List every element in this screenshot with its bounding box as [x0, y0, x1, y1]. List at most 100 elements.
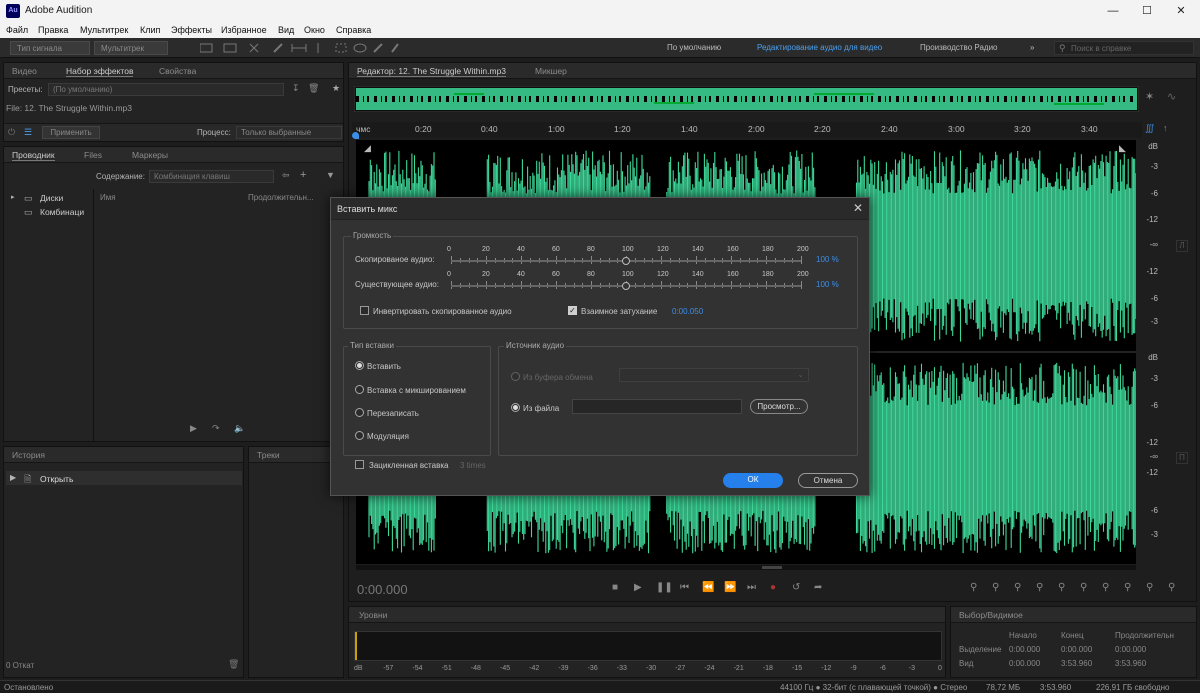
multitrack-mode-button[interactable]: Мультитрек [94, 41, 168, 55]
zoom-selection-icon[interactable]: ⚲ [1102, 582, 1109, 593]
tool-icons[interactable] [200, 42, 400, 54]
waveform-mode-button[interactable]: Тип сигнала [10, 41, 90, 55]
process-select[interactable]: Только выбранные [236, 126, 342, 139]
filter-icon[interactable]: ▼ [326, 170, 335, 180]
back-icon[interactable]: ⇦ [282, 170, 290, 181]
rewind-icon[interactable]: ⏪ [702, 582, 714, 593]
tab-editor[interactable]: Редактор: 12. The Struggle Within.mp3 [357, 66, 507, 77]
tab-markers[interactable]: Маркеры [132, 150, 168, 160]
zoom-icon[interactable]: ✶ [1145, 90, 1154, 103]
view-start[interactable]: 0:00.000 [1009, 659, 1040, 668]
radio-overwrite[interactable] [355, 408, 364, 417]
marker-icon[interactable]: ↑ [1163, 123, 1168, 133]
history-item[interactable]: ▶ 🗎 Открыть [6, 471, 242, 485]
zoom-out-full-icon[interactable]: ⚲ [1058, 582, 1065, 593]
delete-preset-icon[interactable]: 🗑 [308, 83, 319, 94]
menu-edit[interactable]: Правка [38, 25, 68, 35]
play-icon[interactable]: ▶ [634, 582, 642, 593]
zoom-in-amplitude-icon[interactable]: ⚲ [970, 582, 977, 593]
zoom-left-icon[interactable]: ⚲ [1124, 582, 1131, 593]
selection-end[interactable]: 0:00.000 [1061, 645, 1092, 654]
col-duration-header[interactable]: Продолжительн... [248, 193, 314, 202]
overview-waveform[interactable] [354, 86, 1139, 112]
menu-favorites[interactable]: Избранное [221, 25, 267, 35]
horizontal-scrollbar[interactable] [356, 565, 1136, 570]
save-preset-icon[interactable]: ↧ [292, 83, 300, 94]
tree-item-drives[interactable]: Диски [40, 193, 63, 203]
clipboard-select[interactable]: ⌄ [619, 368, 809, 382]
radio-paste[interactable] [355, 361, 364, 370]
tab-explorer[interactable]: Проводник [12, 150, 55, 161]
invert-checkbox[interactable] [360, 306, 369, 315]
zoom-fit-icon[interactable]: ⚲ [1168, 582, 1175, 593]
slider-knob[interactable] [622, 282, 630, 290]
go-to-end-icon[interactable]: ⏭ [747, 582, 756, 593]
play-icon[interactable]: ▶ [190, 423, 197, 434]
presets-select[interactable]: (По умолчанию) [48, 83, 284, 96]
col-name-header[interactable]: Имя [100, 193, 116, 202]
fade-out-handle-icon[interactable]: ◣ [1119, 143, 1126, 154]
pause-icon[interactable]: ❚❚ [656, 582, 673, 593]
loop-times[interactable]: 3 times [460, 461, 486, 470]
menu-file[interactable]: Файл [6, 25, 28, 35]
file-path-input[interactable] [572, 399, 742, 414]
tree-item-combos[interactable]: Комбинаци [40, 207, 84, 217]
fade-in-handle-icon[interactable]: ◢ [364, 143, 371, 154]
view-duration[interactable]: 3:53.960 [1115, 659, 1146, 668]
menu-help[interactable]: Справка [336, 25, 371, 35]
zoom-out-time-icon[interactable]: ⚲ [1036, 582, 1043, 593]
view-end[interactable]: 3:53.960 [1061, 659, 1092, 668]
time-ruler[interactable]: чмс 0:20 0:40 1:00 1:20 1:40 2:00 2:20 2… [352, 122, 1142, 138]
stop-icon[interactable]: ■ [612, 582, 618, 593]
trash-icon[interactable]: 🗑 [228, 659, 239, 670]
cancel-button[interactable]: Отмена [798, 473, 858, 488]
export-icon[interactable]: ↷ [212, 423, 220, 434]
help-search-input[interactable]: ⚲ Поиск в справке [1054, 41, 1194, 55]
add-icon[interactable]: + [300, 169, 306, 181]
browse-button[interactable]: Просмотр... [750, 399, 808, 414]
copied-audio-value[interactable]: 100 % [816, 255, 839, 264]
ok-button[interactable]: ОК [723, 473, 783, 488]
existing-audio-slider[interactable]: 0 20 40 60 80 100 120 140 160 180 200 [447, 271, 809, 293]
apply-button[interactable]: Применить [42, 126, 100, 139]
record-icon[interactable]: ● [770, 582, 776, 593]
radio-modulation[interactable] [355, 431, 364, 440]
workspace-default[interactable]: По умолчанию [667, 43, 721, 52]
channel-l-button[interactable]: Л [1176, 240, 1188, 252]
radio-from-file[interactable] [511, 403, 520, 412]
tab-mixer[interactable]: Микшер [535, 66, 567, 76]
zoom-in-time-icon[interactable]: ⚲ [1014, 582, 1021, 593]
power-icon[interactable]: ⏻ [8, 127, 15, 138]
workspace-radio[interactable]: Производство Радио [920, 43, 998, 52]
volume-icon[interactable]: 🔈 [234, 423, 245, 434]
selection-duration[interactable]: 0:00.000 [1115, 645, 1146, 654]
zoom-in-point-icon[interactable]: ⚲ [1080, 582, 1087, 593]
menu-clip[interactable]: Клип [140, 25, 160, 35]
more-workspaces-icon[interactable]: » [1030, 43, 1034, 52]
radio-paste-mix[interactable] [355, 385, 364, 394]
crossfade-value[interactable]: 0:00.050 [672, 307, 703, 316]
dialog-close-icon[interactable]: ✕ [853, 201, 863, 215]
menu-view[interactable]: Вид [278, 25, 294, 35]
close-icon[interactable]: ✕ [1164, 0, 1198, 22]
tab-files[interactable]: Files [84, 150, 102, 160]
minimize-icon[interactable]: — [1096, 0, 1130, 22]
existing-audio-value[interactable]: 100 % [816, 280, 839, 289]
loop-paste-checkbox[interactable] [355, 460, 364, 469]
loop-icon[interactable]: ↺ [792, 582, 800, 593]
wave-settings-icon[interactable]: ∿ [1167, 90, 1176, 103]
crossfade-checkbox[interactable]: ✓ [568, 306, 577, 315]
playhead-marker[interactable] [352, 132, 359, 139]
menu-effects[interactable]: Эффекты [171, 25, 212, 35]
fast-forward-icon[interactable]: ⏩ [724, 582, 736, 593]
zoom-out-amplitude-icon[interactable]: ⚲ [992, 582, 999, 593]
slider-knob[interactable] [622, 257, 630, 265]
tab-effects-rack[interactable]: Набор эффектов [66, 66, 134, 77]
channel-r-button[interactable]: П [1176, 452, 1188, 464]
go-to-start-icon[interactable]: ⏮ [680, 582, 689, 593]
skip-icon[interactable]: ➦ [814, 582, 822, 593]
scrollbar-thumb[interactable] [762, 566, 782, 569]
menu-window[interactable]: Окно [304, 25, 325, 35]
radio-from-clipboard[interactable] [511, 372, 520, 381]
menu-multitrack[interactable]: Мультитрек [80, 25, 128, 35]
